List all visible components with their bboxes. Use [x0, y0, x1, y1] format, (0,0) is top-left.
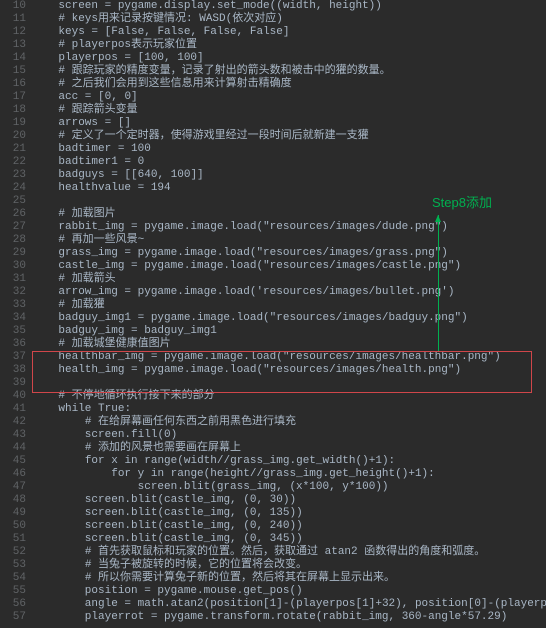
code-line: badguy_img = badguy_img1: [32, 325, 546, 338]
line-number: 46: [0, 468, 26, 481]
line-number: 12: [0, 26, 26, 39]
line-number: 22: [0, 156, 26, 169]
line-number: 40: [0, 390, 26, 403]
line-number: 18: [0, 104, 26, 117]
line-number: 24: [0, 182, 26, 195]
code-line: badguy_img1 = pygame.image.load("resourc…: [32, 312, 546, 325]
code-line: badguys = [[640, 100]]: [32, 169, 546, 182]
line-number: 43: [0, 429, 26, 442]
code-line: playerpos = [100, 100]: [32, 52, 546, 65]
code-line: # 添加的风景也需要画在屏幕上: [32, 442, 546, 455]
line-number: 49: [0, 507, 26, 520]
code-line: health_img = pygame.image.load("resource…: [32, 364, 546, 377]
line-number: 26: [0, 208, 26, 221]
line-number: 23: [0, 169, 26, 182]
line-number: 11: [0, 13, 26, 26]
code-line: # 在给屏幕画任何东西之前用黑色进行填充: [32, 416, 546, 429]
step8-annotation-arrow: [438, 215, 439, 351]
code-line: healthvalue = 194: [32, 182, 546, 195]
line-number: 17: [0, 91, 26, 104]
line-number: 38: [0, 364, 26, 377]
code-line: arrow_img = pygame.image.load('resources…: [32, 286, 546, 299]
code-line: playerrot = pygame.transform.rotate(rabb…: [32, 611, 546, 624]
line-number: 55: [0, 585, 26, 598]
line-number: 16: [0, 78, 26, 91]
code-line: while True:: [32, 403, 546, 416]
code-line: acc = [0, 0]: [32, 91, 546, 104]
line-number: 39: [0, 377, 26, 390]
line-number: 25: [0, 195, 26, 208]
code-editor: 1011121314151617181920212223242526272829…: [0, 0, 546, 624]
code-line: # 加载城堡健康值图片: [32, 338, 546, 351]
line-number: 47: [0, 481, 26, 494]
line-number: 34: [0, 312, 26, 325]
code-line: # 不停地循环执行接下来的部分: [32, 390, 546, 403]
line-number: 19: [0, 117, 26, 130]
line-number: 42: [0, 416, 26, 429]
code-line: keys = [False, False, False, False]: [32, 26, 546, 39]
code-line: # 跟踪玩家的精度变量，记录了射出的箭头数和被击中的獾的数量。: [32, 65, 546, 78]
code-line: screen.blit(castle_img, (0, 135)): [32, 507, 546, 520]
code-line: grass_img = pygame.image.load("resources…: [32, 247, 546, 260]
line-number: 31: [0, 273, 26, 286]
line-number: 37: [0, 351, 26, 364]
line-number: 57: [0, 611, 26, 624]
line-number: 13: [0, 39, 26, 52]
code-line: [32, 377, 546, 390]
line-number: 50: [0, 520, 26, 533]
line-number: 27: [0, 221, 26, 234]
line-number: 10: [0, 0, 26, 13]
line-number: 30: [0, 260, 26, 273]
code-line: for y in range(height//grass_img.get_hei…: [32, 468, 546, 481]
line-number: 21: [0, 143, 26, 156]
code-line: healthbar_img = pygame.image.load("resou…: [32, 351, 546, 364]
line-number-gutter: 1011121314151617181920212223242526272829…: [0, 0, 32, 624]
code-line: # 之后我们会用到这些信息用来计算射击精确度: [32, 78, 546, 91]
code-line: for x in range(width//grass_img.get_widt…: [32, 455, 546, 468]
code-area: screen = pygame.display.set_mode((width,…: [32, 0, 546, 624]
line-number: 14: [0, 52, 26, 65]
code-line: # 当兔子被旋转的时候，它的位置将会改变。: [32, 559, 546, 572]
code-line: # 加载獾: [32, 299, 546, 312]
code-line: screen.blit(castle_img, (0, 345)): [32, 533, 546, 546]
code-line: screen.blit(castle_img, (0, 30)): [32, 494, 546, 507]
line-number: 51: [0, 533, 26, 546]
line-number: 56: [0, 598, 26, 611]
code-line: badtimer1 = 0: [32, 156, 546, 169]
code-line: # playerpos表示玩家位置: [32, 39, 546, 52]
line-number: 48: [0, 494, 26, 507]
line-number: 33: [0, 299, 26, 312]
line-number: 35: [0, 325, 26, 338]
code-line: screen.blit(grass_img, (x*100, y*100)): [32, 481, 546, 494]
code-line: badtimer = 100: [32, 143, 546, 156]
line-number: 45: [0, 455, 26, 468]
code-line: screen.fill(0): [32, 429, 546, 442]
line-number: 41: [0, 403, 26, 416]
code-line: # 跟踪箭头变量: [32, 104, 546, 117]
line-number: 53: [0, 559, 26, 572]
line-number: 44: [0, 442, 26, 455]
line-number: 28: [0, 234, 26, 247]
step8-annotation-label: Step8添加: [432, 196, 492, 209]
code-line: arrows = []: [32, 117, 546, 130]
line-number: 52: [0, 546, 26, 559]
code-line: castle_img = pygame.image.load("resource…: [32, 260, 546, 273]
line-number: 36: [0, 338, 26, 351]
line-number: 32: [0, 286, 26, 299]
line-number: 20: [0, 130, 26, 143]
line-number: 54: [0, 572, 26, 585]
code-line: angle = math.atan2(position[1]-(playerpo…: [32, 598, 546, 611]
code-line: # keys用来记录按键情况: WASD(依次对应): [32, 13, 546, 26]
code-line: screen = pygame.display.set_mode((width,…: [32, 0, 546, 13]
code-line: rabbit_img = pygame.image.load("resource…: [32, 221, 546, 234]
code-line: # 首先获取鼠标和玩家的位置。然后，获取通过 atan2 函数得出的角度和弧度。: [32, 546, 546, 559]
code-line: # 再加一些风景~: [32, 234, 546, 247]
line-number: 29: [0, 247, 26, 260]
line-number: 15: [0, 65, 26, 78]
code-line: # 所以你需要计算兔子新的位置，然后将其在屏幕上显示出来。: [32, 572, 546, 585]
code-line: # 加载箭头: [32, 273, 546, 286]
code-line: screen.blit(castle_img, (0, 240)): [32, 520, 546, 533]
code-line: position = pygame.mouse.get_pos(): [32, 585, 546, 598]
code-line: # 定义了一个定时器，使得游戏里经过一段时间后就新建一支獾: [32, 130, 546, 143]
